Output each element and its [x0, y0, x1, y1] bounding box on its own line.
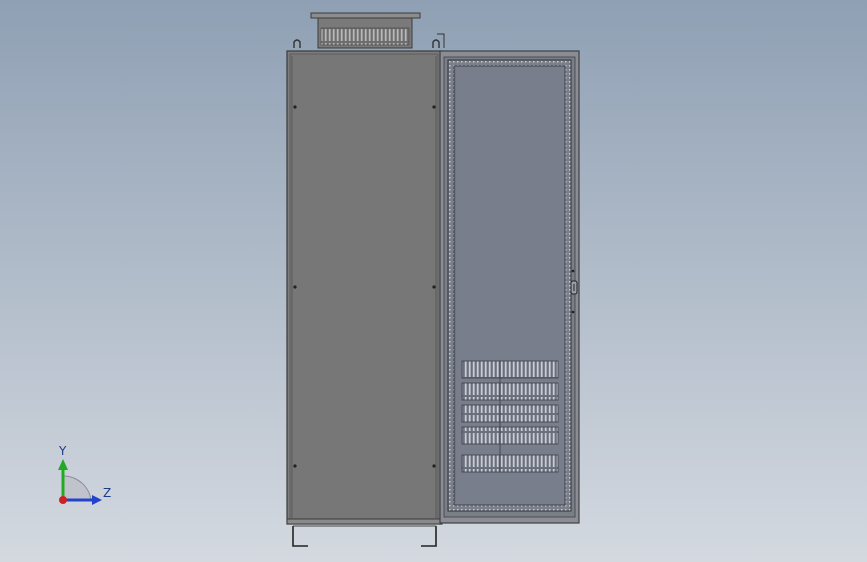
triad-z-label: Z	[103, 486, 111, 500]
viewport-canvas[interactable]: Y Z	[0, 0, 867, 562]
top-fan-hood[interactable]	[310, 12, 421, 49]
triad-x-axis	[59, 496, 67, 504]
triad-y-label: Y	[58, 444, 67, 458]
3d-viewport[interactable]: Y Z	[0, 0, 867, 562]
cabinet-body[interactable]	[286, 50, 443, 525]
open-door[interactable]	[439, 50, 580, 524]
door-vent-grille	[461, 360, 559, 473]
